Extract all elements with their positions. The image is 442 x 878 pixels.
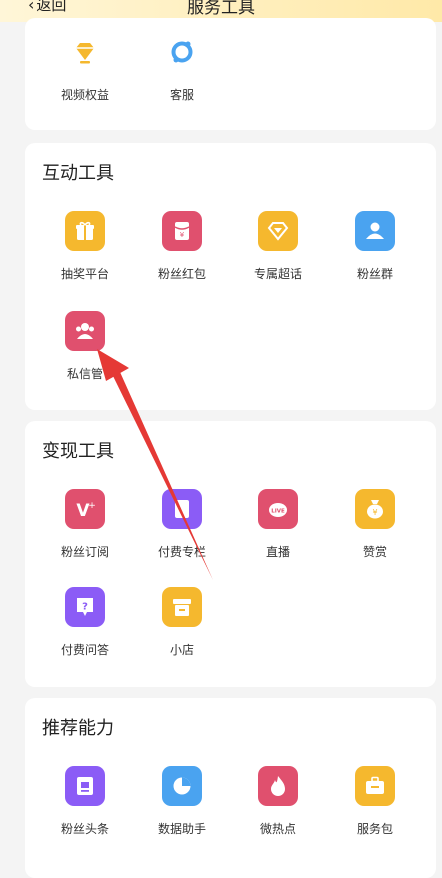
tool-label: 私信管 (66, 367, 103, 381)
svg-text:?: ? (82, 602, 88, 613)
section-title: 变现工具 (42, 441, 114, 462)
briefcase-icon (355, 766, 395, 806)
tool-label: 数据助手 (157, 822, 206, 836)
section-title: 互动工具 (42, 163, 114, 184)
svg-text:LIVE: LIVE (271, 509, 285, 515)
tool-micro-hotspot[interactable]: 微热点 (238, 766, 318, 837)
card-monetization-tools: 变现工具 V + 粉丝订阅 付费专栏 LIVE 直播 ¥ 赞赏 ? 付费问答 小店 (25, 421, 436, 687)
tool-fan-group[interactable]: 粉丝群 (335, 211, 415, 282)
card-interaction-tools: 互动工具 抽奖平台 ¥ 粉丝红包 专属超话 粉丝群 私信管 (25, 143, 436, 410)
tool-lottery[interactable]: 抽奖平台 (45, 211, 125, 282)
tool-service-package[interactable]: 服务包 (335, 766, 415, 837)
svg-text:+: + (88, 501, 96, 511)
tool-label: 赞赏 (362, 545, 387, 559)
tool-label: 客服 (169, 88, 194, 102)
money-bag-icon: ¥ (355, 489, 395, 529)
tool-label: 付费专栏 (157, 545, 206, 559)
tool-label: 粉丝订阅 (60, 545, 109, 559)
diamond-icon (65, 32, 105, 72)
tool-label: 微热点 (259, 822, 296, 836)
shop-icon (162, 587, 202, 627)
tool-label: 抽奖平台 (60, 267, 109, 281)
tool-paid-column[interactable]: 付费专栏 (142, 489, 222, 560)
v-plus-icon: V + (65, 489, 105, 529)
tool-live[interactable]: LIVE 直播 (238, 489, 318, 560)
tool-shop[interactable]: 小店 (142, 587, 222, 658)
question-icon: ? (65, 587, 105, 627)
tool-data-assistant[interactable]: 数据助手 (142, 766, 222, 837)
svg-text:¥: ¥ (372, 508, 377, 517)
column-icon (162, 489, 202, 529)
tool-label: 付费问答 (60, 643, 109, 657)
tool-label: 服务包 (356, 822, 393, 836)
tool-label: 粉丝群 (356, 267, 393, 281)
tool-customer-service[interactable]: 客服 (142, 32, 222, 103)
red-packet-icon: ¥ (162, 211, 202, 251)
card-recommendation: 推荐能力 粉丝头条 数据助手 微热点 服务包 (25, 698, 436, 878)
tool-label: 粉丝红包 (157, 267, 206, 281)
tool-label: 小店 (169, 643, 194, 657)
card-video-service: 视频权益 客服 (25, 18, 436, 130)
section-title: 推荐能力 (42, 718, 114, 739)
tool-private-message[interactable]: 私信管 (45, 311, 125, 382)
group-icon (355, 211, 395, 251)
tool-label: 粉丝头条 (60, 822, 109, 836)
gift-icon (65, 211, 105, 251)
tool-label: 直播 (265, 545, 290, 559)
live-icon: LIVE (258, 489, 298, 529)
tool-exclusive-topic[interactable]: 专属超话 (238, 211, 318, 282)
tool-label: 专属超话 (253, 267, 302, 281)
tool-paid-qa[interactable]: ? 付费问答 (45, 587, 125, 658)
tool-reward[interactable]: ¥ 赞赏 (335, 489, 415, 560)
headset-icon (162, 32, 202, 72)
svg-text:¥: ¥ (180, 231, 185, 239)
tool-label: 视频权益 (60, 88, 109, 102)
tool-fan-red-packet[interactable]: ¥ 粉丝红包 (142, 211, 222, 282)
tool-fan-headline[interactable]: 粉丝头条 (45, 766, 125, 837)
headline-icon (65, 766, 105, 806)
private-message-icon (65, 311, 105, 351)
tool-fan-subscription[interactable]: V + 粉丝订阅 (45, 489, 125, 560)
pie-chart-icon (162, 766, 202, 806)
page-title: 服务工具 (187, 0, 255, 18)
flame-icon (258, 766, 298, 806)
gem-icon (258, 211, 298, 251)
tool-video-rights[interactable]: 视频权益 (45, 32, 125, 103)
